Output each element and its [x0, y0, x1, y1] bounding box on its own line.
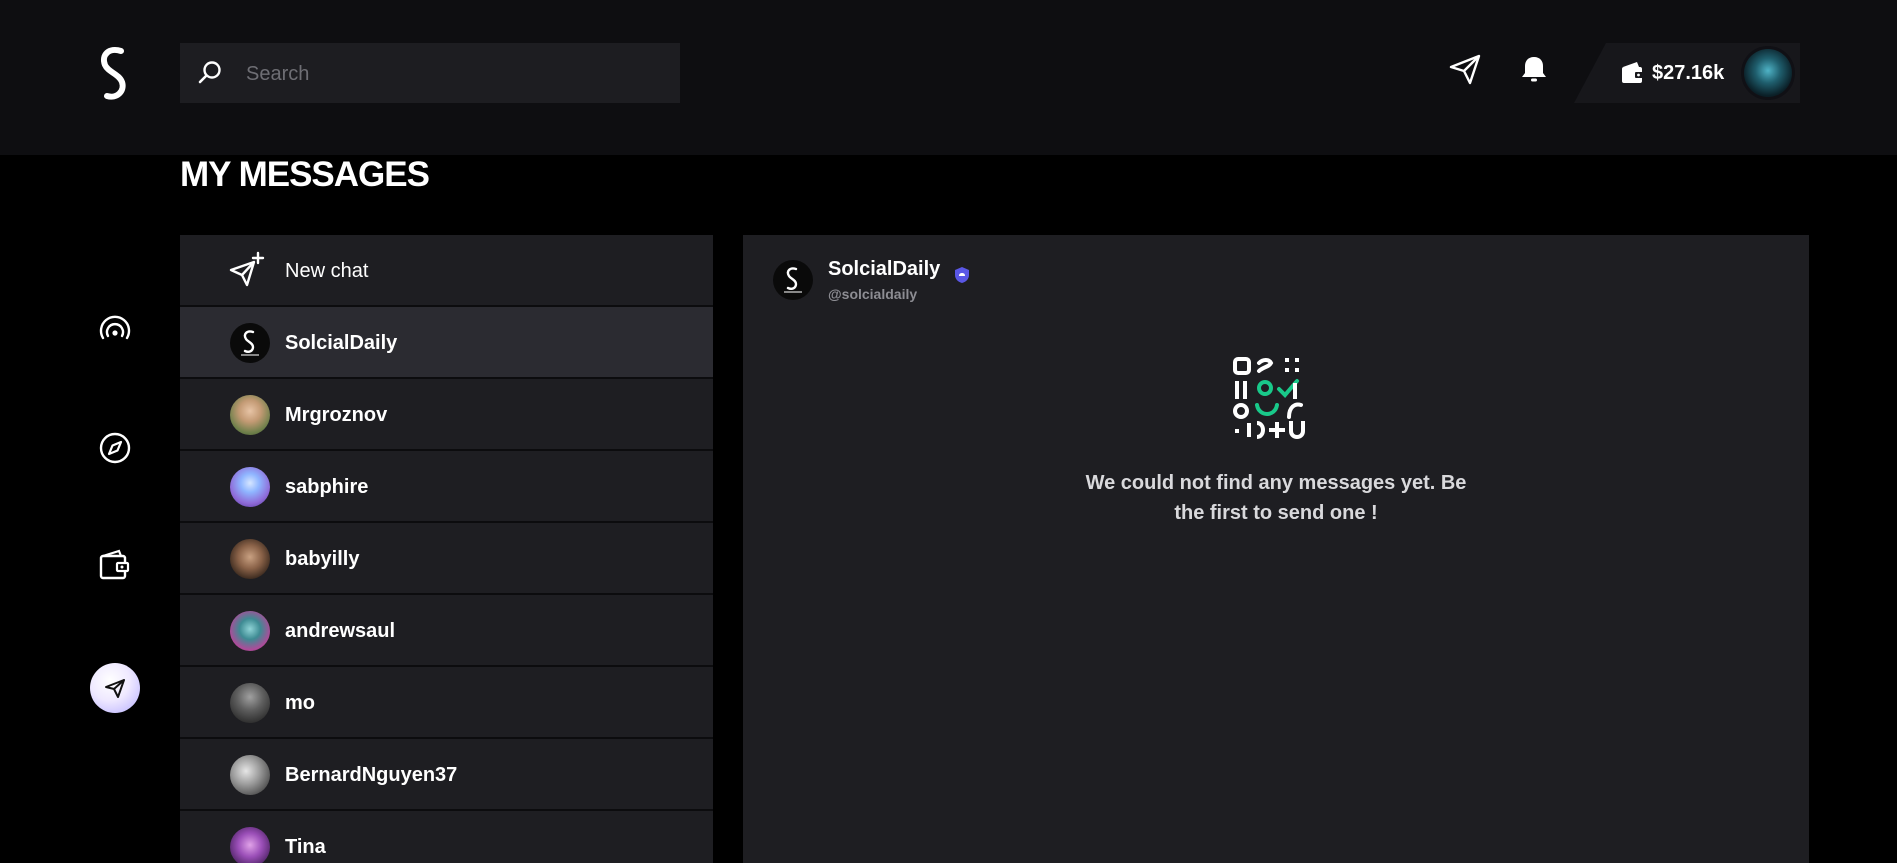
wallet-amount: $27.16k [1652, 62, 1725, 84]
avatar [230, 323, 270, 363]
chat-item-label: andrewsaul [285, 620, 396, 642]
avatar [230, 395, 270, 435]
search-input[interactable] [244, 43, 668, 105]
new-chat-label: New chat [285, 260, 369, 282]
wallet-balance-button[interactable]: $27.16k [1574, 43, 1800, 103]
page-title: MY MESSAGES [180, 155, 430, 194]
avatar [230, 611, 270, 651]
verified-badge-icon [955, 267, 969, 283]
chat-item-sabphire[interactable]: sabphire [180, 451, 713, 523]
new-chat-icon [229, 251, 265, 287]
send-icon[interactable] [1448, 52, 1482, 86]
avatar [230, 467, 270, 507]
conversation-handle: @solcialdaily [828, 286, 918, 302]
chat-item-label: BernardNguyen37 [285, 764, 458, 786]
conversation-panel: SolcialDaily @solcialdaily We could not … [743, 235, 1809, 863]
search-bar[interactable] [180, 43, 680, 105]
chat-item-tina[interactable]: Tina [180, 811, 713, 863]
user-avatar[interactable] [1744, 49, 1792, 97]
wallet-nav-icon[interactable] [97, 547, 133, 583]
empty-messages-illustration-icon [1233, 357, 1305, 439]
chat-item-label: sabphire [285, 476, 369, 498]
chat-item-label: Mrgroznov [285, 404, 388, 426]
messages-nav-button[interactable] [90, 663, 140, 713]
conversation-name[interactable]: SolcialDaily [828, 258, 940, 281]
logo-icon[interactable] [93, 45, 135, 103]
chat-item-label: Tina [285, 836, 326, 858]
avatar [230, 827, 270, 863]
chat-item-andrewsaul[interactable]: andrewsaul [180, 595, 713, 667]
chat-item-label: mo [285, 692, 315, 714]
avatar [230, 539, 270, 579]
new-chat-button[interactable]: New chat [180, 235, 713, 307]
broadcast-icon[interactable] [97, 314, 133, 350]
chat-list: New chat SolcialDaily Mrgroznov sabphire… [180, 235, 713, 863]
avatar [230, 755, 270, 795]
chat-item-mrgroznov[interactable]: Mrgroznov [180, 379, 713, 451]
avatar [230, 683, 270, 723]
chat-item-solcialdaily[interactable]: SolcialDaily [180, 307, 713, 379]
bell-icon[interactable] [1517, 52, 1551, 86]
compass-icon[interactable] [97, 430, 133, 466]
top-bar: $27.16k [0, 0, 1897, 155]
chat-item-bernardnguyen37[interactable]: BernardNguyen37 [180, 739, 713, 811]
empty-messages-text: We could not find any messages yet. Be t… [1085, 472, 1467, 524]
conversation-avatar[interactable] [773, 260, 813, 300]
chat-item-babyilly[interactable]: babyilly [180, 523, 713, 595]
chat-item-label: SolcialDaily [285, 332, 398, 354]
chat-item-mo[interactable]: mo [180, 667, 713, 739]
messages-icon [105, 679, 125, 698]
chat-item-label: babyilly [285, 548, 360, 570]
search-icon [198, 61, 221, 84]
wallet-icon [1622, 62, 1643, 83]
